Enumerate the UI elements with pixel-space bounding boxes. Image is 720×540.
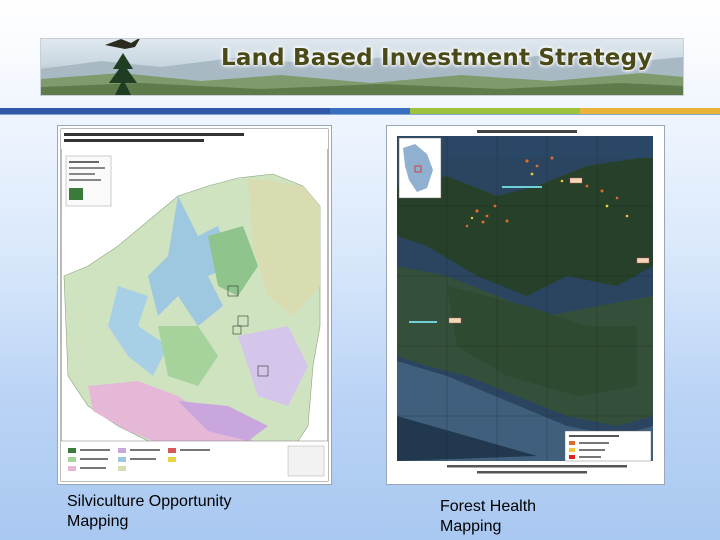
- eagle-tree-logo-icon: [105, 39, 140, 95]
- forest-health-caption-line-2: Mapping: [440, 518, 502, 535]
- silviculture-caption-line-2: Mapping: [67, 513, 129, 530]
- divider-line: [0, 114, 720, 115]
- title-banner: Land Based Investment Strategy: [40, 38, 684, 96]
- forest-health-map-image: [386, 125, 665, 485]
- forest-health-map-caption: Forest Health Mapping: [440, 497, 536, 537]
- forest-health-map-graphic: [387, 126, 664, 484]
- silviculture-map-caption: Silviculture Opportunity Mapping: [67, 492, 232, 532]
- banner-title: Land Based Investment Strategy: [221, 45, 653, 71]
- forest-health-caption-line-1: Forest Health: [440, 498, 537, 515]
- silviculture-map-image: [57, 125, 332, 485]
- silviculture-map-graphic: [58, 126, 331, 484]
- silviculture-caption-line-1: Silviculture Opportunity: [67, 493, 232, 510]
